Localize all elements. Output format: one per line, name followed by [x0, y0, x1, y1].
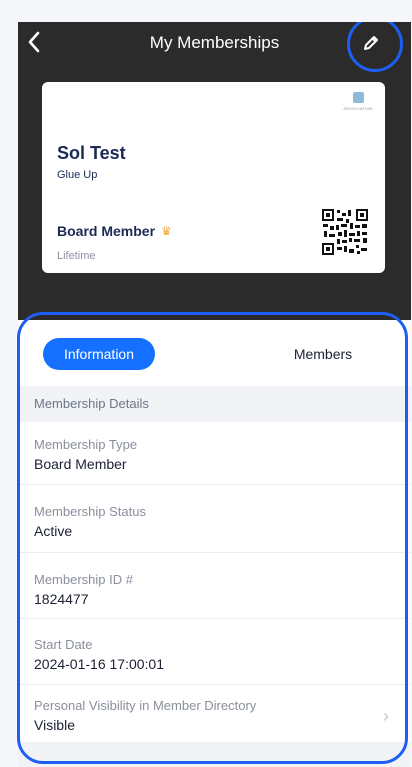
bottom-spacer [18, 742, 411, 767]
field-label: Membership Status [34, 504, 146, 519]
divider [18, 552, 411, 553]
crown-icon: ♛ [161, 224, 172, 238]
membership-duration: Lifetime [57, 250, 96, 262]
directory-visibility-field: Personal Visibility in Member Directory … [34, 697, 394, 735]
logo-text: ASSOCIATION [343, 106, 373, 111]
field-value: 1824477 [34, 591, 89, 607]
header: My Memberships ASSOCIATION Sol Test Glue… [18, 22, 411, 320]
tab-bar: Information Members [18, 320, 411, 386]
association-logo: ASSOCIATION [341, 92, 375, 118]
qr-code [321, 208, 369, 256]
field-label: Membership Type [34, 437, 138, 452]
chevron-right-icon: › [383, 706, 389, 726]
app-screen: My Memberships ASSOCIATION Sol Test Glue… [18, 22, 411, 767]
divider [18, 484, 411, 485]
field-value: Board Member [34, 456, 127, 472]
tab-information[interactable]: Information [43, 338, 155, 370]
directory-visibility-row[interactable]: Personal Visibility in Member Directory … [18, 686, 411, 742]
divider [18, 618, 411, 619]
membership-type-field: Membership Type Board Member [34, 436, 394, 474]
membership-tier-label: Board Member [57, 223, 156, 239]
field-label: Start Date [34, 637, 93, 652]
divider [18, 684, 411, 685]
field-value: 2024-01-16 17:00:01 [34, 656, 164, 672]
membership-card[interactable]: ASSOCIATION Sol Test Glue Up Board Membe… [42, 82, 385, 273]
field-value: Visible [34, 717, 75, 733]
tab-members[interactable]: Members [273, 338, 373, 370]
start-date-field: Start Date 2024-01-16 17:00:01 [34, 636, 394, 674]
field-label: Personal Visibility in Member Directory [34, 698, 257, 713]
organization-name: Glue Up [57, 169, 98, 181]
membership-tier: Board Member ♛ [57, 223, 172, 239]
membership-status-field: Membership Status Active [34, 503, 394, 541]
field-value: Active [34, 523, 73, 539]
logo-mark [352, 92, 364, 103]
membership-id-field: Membership ID # 1824477 [34, 571, 394, 609]
section-header: Membership Details [18, 386, 411, 422]
field-label: Membership ID # [34, 572, 133, 587]
member-name: Sol Test [57, 143, 126, 163]
edit-highlight-circle [347, 22, 403, 72]
